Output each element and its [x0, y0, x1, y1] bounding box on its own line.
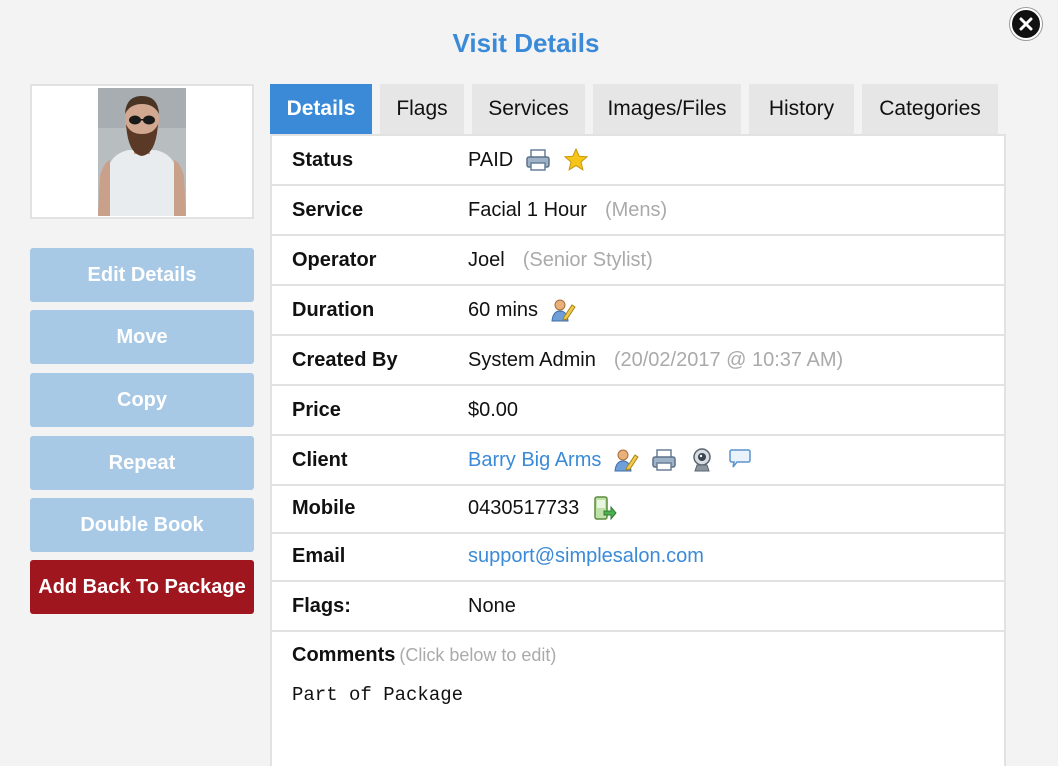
created-by-value: System Admin [468, 348, 596, 371]
comments-text[interactable]: Part of Package [292, 684, 463, 706]
tab-images-files[interactable]: Images/Files [593, 84, 741, 134]
status-row: Status PAID [272, 136, 1004, 186]
tab-categories[interactable]: Categories [862, 84, 998, 134]
webcam-icon[interactable] [689, 447, 715, 473]
mobile-label: Mobile [292, 496, 356, 519]
status-value: PAID [468, 148, 514, 171]
comments-hint: (Click below to edit) [399, 645, 557, 665]
price-label: Price [292, 398, 341, 421]
client-row: Client Barry Big Arms [272, 436, 1004, 486]
price-row: Price $0.00 [272, 386, 1004, 436]
operator-label: Operator [292, 248, 377, 271]
details-panel: Status PAID Service Facial 1 Hour (Mens)… [270, 134, 1006, 766]
price-value: $0.00 [468, 398, 519, 421]
duration-label: Duration [292, 298, 375, 321]
duration-row: Duration 60 mins [272, 286, 1004, 336]
service-label: Service [292, 198, 364, 221]
mobile-value: 0430517733 [468, 496, 580, 519]
email-label: Email [292, 544, 346, 567]
created-by-label: Created By [292, 348, 398, 371]
mobile-row: Mobile 0430517733 [272, 484, 1004, 534]
client-label: Client [292, 448, 348, 471]
double-book-button[interactable]: Double Book [30, 498, 254, 552]
printer-icon[interactable] [525, 147, 551, 173]
page-title: Visit Details [452, 28, 600, 58]
operator-role: (Senior Stylist) [522, 248, 653, 271]
move-button[interactable]: Move [30, 310, 254, 364]
edit-details-button[interactable]: Edit Details [30, 248, 254, 302]
tab-history[interactable]: History [749, 84, 854, 134]
status-label: Status [292, 148, 354, 171]
service-category: (Mens) [604, 198, 668, 221]
created-by-row: Created By System Admin (20/02/2017 @ 10… [272, 336, 1004, 386]
client-photo [98, 88, 186, 216]
tab-services[interactable]: Services [472, 84, 585, 134]
client-link[interactable]: Barry Big Arms [468, 449, 601, 472]
tab-flags[interactable]: Flags [380, 84, 464, 134]
service-value: Facial 1 Hour [468, 198, 587, 221]
comments-label: Comments [292, 644, 396, 666]
add-back-to-package-button[interactable]: Add Back To Package [30, 560, 254, 614]
repeat-button[interactable]: Repeat [30, 436, 254, 490]
print-client-icon[interactable] [651, 447, 677, 473]
client-photo-frame [30, 84, 254, 219]
operator-row: Operator Joel (Senior Stylist) [272, 236, 1004, 286]
edit-client-icon[interactable] [613, 447, 640, 473]
send-sms-icon[interactable] [591, 495, 617, 521]
close-button[interactable] [1010, 8, 1042, 40]
flags-row: Flags: None [272, 582, 1004, 632]
email-link[interactable]: support@simplesalon.com [468, 545, 704, 568]
edit-user-icon[interactable] [550, 297, 576, 323]
email-row: Email support@simplesalon.com [272, 532, 1004, 582]
comments-heading: Comments (Click below to edit) [292, 644, 556, 667]
flags-label: Flags: [292, 594, 351, 617]
copy-button[interactable]: Copy [30, 373, 254, 427]
service-row: Service Facial 1 Hour (Mens) [272, 186, 1004, 236]
created-timestamp: (20/02/2017 @ 10:37 AM) [613, 348, 844, 371]
message-icon[interactable] [727, 447, 753, 473]
operator-value: Joel [468, 248, 505, 271]
close-icon [1019, 17, 1033, 31]
star-icon[interactable] [563, 147, 589, 173]
flags-value: None [468, 594, 516, 617]
duration-value: 60 mins [468, 298, 539, 321]
tab-details[interactable]: Details [270, 84, 372, 134]
